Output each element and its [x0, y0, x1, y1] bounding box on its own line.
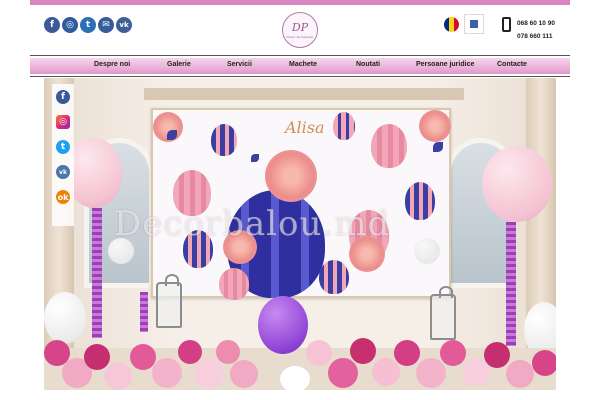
lantern-decor — [156, 274, 182, 328]
page: f ◎ t ✉ vk DP Decor de baloane 068 60 10… — [0, 0, 600, 400]
balloon-pink-large — [482, 146, 552, 222]
hot-air-balloon-art — [219, 268, 249, 300]
balloon-pink — [372, 358, 400, 386]
balloon-magenta — [84, 344, 110, 370]
nav-item-machete[interactable]: Machete — [289, 61, 317, 68]
balloon-backdrop-panel: Alisa — [151, 108, 451, 300]
mail-icon[interactable]: ✉ — [98, 17, 114, 33]
site-logo[interactable]: DP Decor de baloane — [282, 12, 318, 48]
balloon-pink — [194, 358, 224, 388]
hot-air-balloon-art — [211, 124, 237, 156]
logo-subtitle: Decor de baloane — [286, 34, 314, 39]
odnoklassniki-icon[interactable]: ok — [56, 190, 70, 204]
balloon-magenta — [328, 358, 358, 388]
logo-mark: DP — [291, 20, 309, 34]
balloon-white-small — [414, 238, 440, 264]
leaf-art — [433, 142, 443, 152]
instagram-icon[interactable]: ◎ — [56, 115, 70, 129]
top-accent-bar — [30, 0, 570, 5]
flag-stripe-red — [454, 17, 459, 32]
hot-air-balloon-art — [319, 260, 349, 294]
nav-item-despre-noi[interactable]: Despre noi — [94, 61, 130, 68]
balloon-white — [44, 292, 86, 344]
balloon-pink — [104, 362, 132, 390]
balloon-pink — [506, 360, 534, 388]
hot-air-balloon-art — [405, 182, 435, 220]
balloon-magenta — [484, 342, 510, 368]
leaf-art — [251, 154, 259, 162]
balloon-pink — [152, 358, 182, 388]
nav-item-noutati[interactable]: Noutati — [356, 61, 380, 68]
phone-number-1[interactable]: 068 60 10 90 — [517, 17, 555, 30]
hero-image: Alisa Decorbalou.md — [44, 78, 556, 390]
header-social-links: f ◎ t ✉ vk — [44, 17, 132, 33]
main-navigation: Despre noi Galerie Servicii Machete Nout… — [30, 55, 570, 77]
facebook-icon[interactable]: f — [44, 17, 60, 33]
balloon-pink — [416, 358, 446, 388]
site-header: f ◎ t ✉ vk DP Decor de baloane 068 60 10… — [30, 6, 570, 56]
balloon-pink — [230, 360, 258, 388]
phone-number-2[interactable]: 078 660 111 — [517, 30, 555, 43]
hot-air-balloon-art — [333, 112, 355, 140]
nav-bar: Despre noi Galerie Servicii Machete Nout… — [30, 58, 570, 74]
tassel-garland — [506, 222, 516, 346]
balloon-magenta — [394, 340, 420, 366]
leaf-art — [167, 130, 177, 140]
flower-art — [265, 150, 317, 202]
balloon-pink-large — [66, 138, 122, 208]
language-switch-button[interactable] — [464, 14, 484, 34]
tassel-garland — [140, 292, 148, 332]
vk-icon[interactable]: vk — [116, 17, 132, 33]
language-icon — [470, 20, 478, 28]
watermark: Decorbalou.md — [114, 204, 391, 244]
balloon-white-small — [108, 238, 134, 264]
instagram-icon[interactable]: ◎ — [62, 17, 78, 33]
vk-icon[interactable]: vk — [56, 165, 70, 179]
phone-icon — [502, 17, 511, 32]
phone-numbers: 068 60 10 90 078 660 111 — [517, 17, 555, 43]
backdrop-title: Alisa — [285, 118, 325, 137]
twitter-icon[interactable]: t — [80, 17, 96, 33]
romanian-flag-icon[interactable] — [444, 17, 459, 32]
nav-item-persoane-juridice[interactable]: Persoane juridice — [416, 61, 474, 68]
balloon-magenta — [130, 344, 156, 370]
balloon-pink — [306, 340, 332, 366]
balloon-magenta — [350, 338, 376, 364]
hot-air-balloon-art — [371, 124, 407, 168]
tassel-garland — [92, 208, 102, 338]
lantern-decor — [430, 286, 456, 340]
facebook-icon[interactable]: f — [56, 90, 70, 104]
balloon-purple — [258, 296, 308, 354]
flower-art — [419, 110, 451, 142]
twitter-icon[interactable]: t — [56, 140, 70, 154]
balloon-magenta — [178, 340, 202, 364]
nav-item-galerie[interactable]: Galerie — [167, 61, 191, 68]
nav-item-servicii[interactable]: Servicii — [227, 61, 252, 68]
hero-pelmet — [144, 88, 464, 100]
balloon-magenta — [440, 340, 466, 366]
balloon-magenta — [532, 350, 556, 376]
nav-item-contacte[interactable]: Contacte — [497, 61, 527, 68]
balloon-white — [280, 366, 310, 390]
balloon-pink — [216, 340, 240, 364]
floating-social-bar: f ◎ t vk ok — [52, 84, 74, 226]
